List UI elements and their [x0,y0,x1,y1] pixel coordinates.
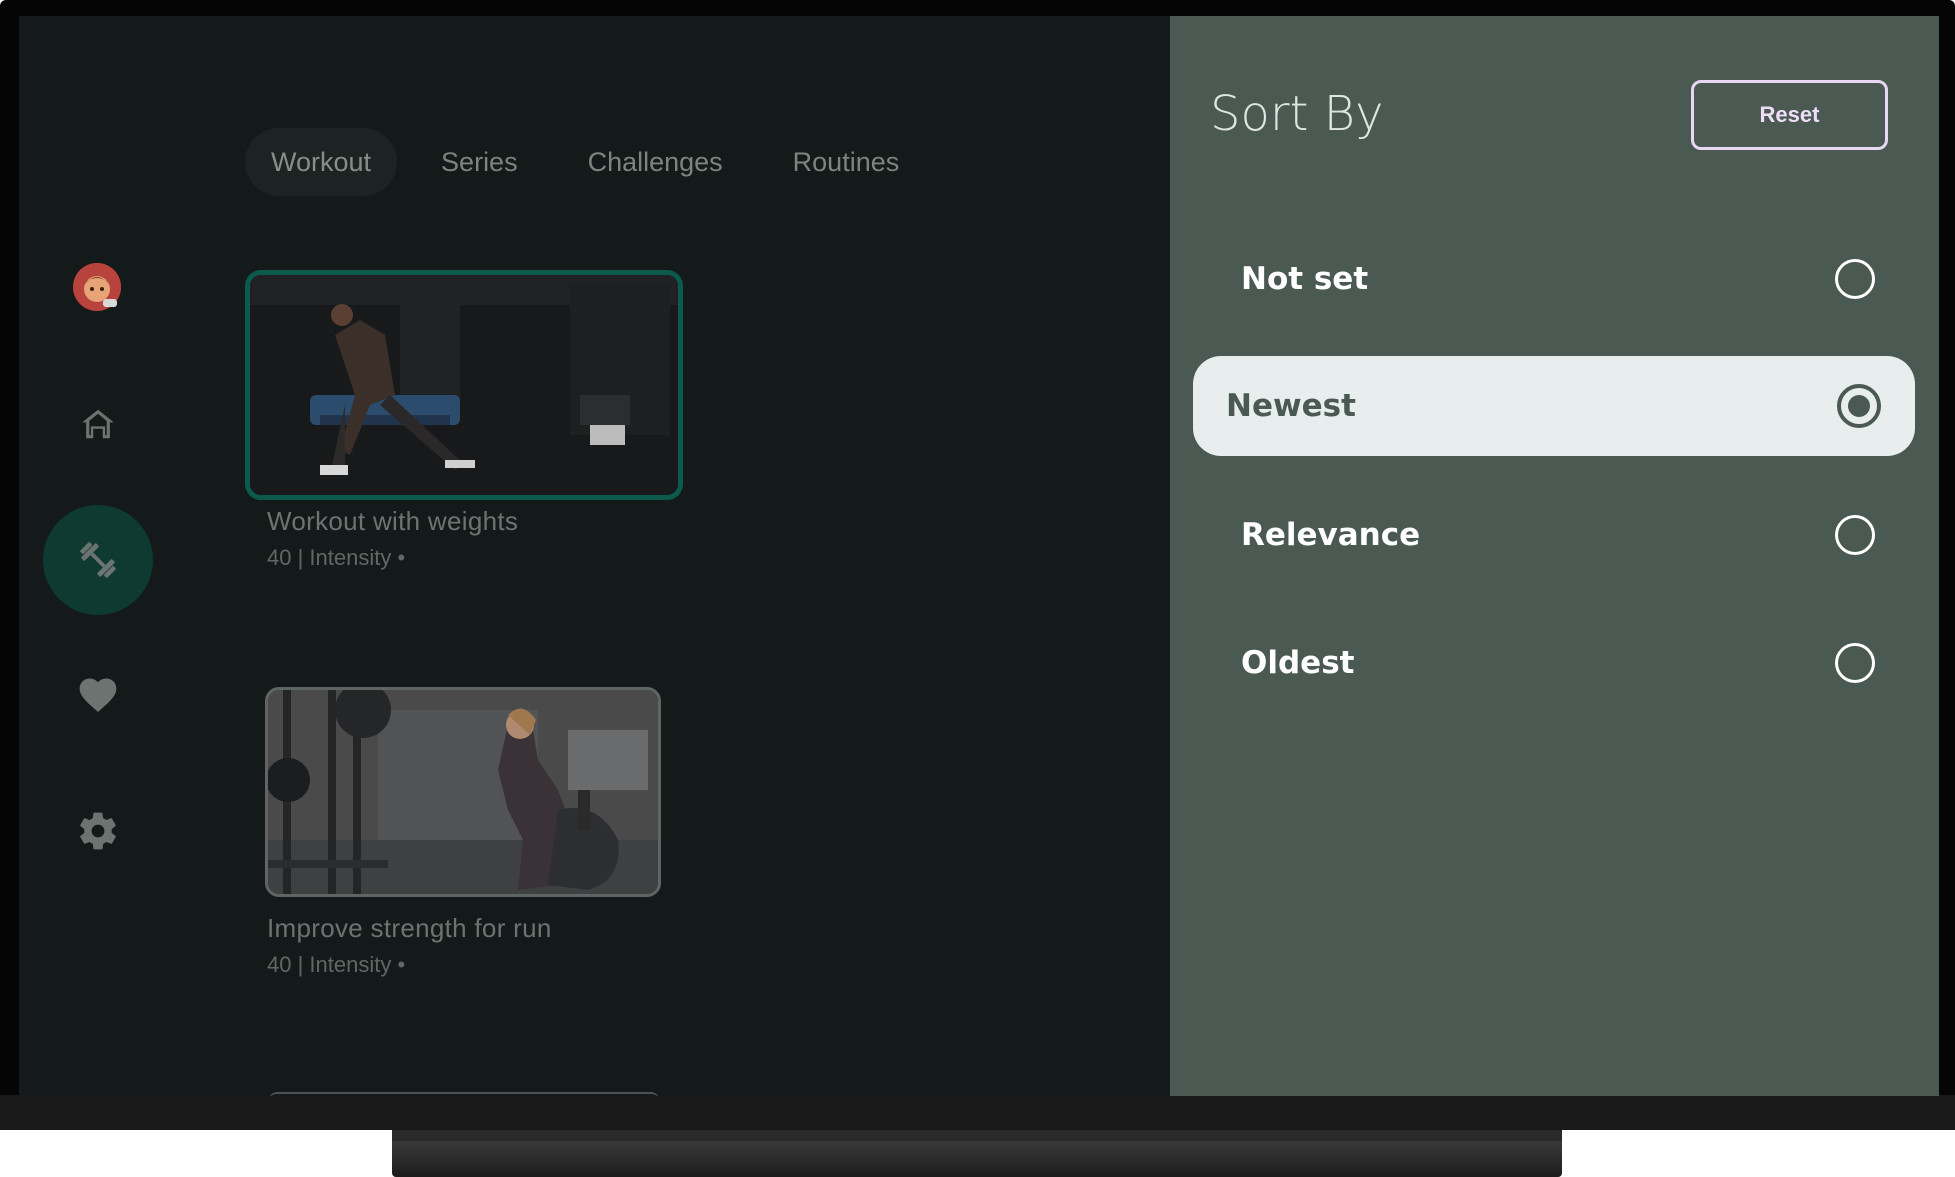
sort-panel-title: Sort By [1210,86,1384,142]
card-meta: 40 | Intensity • [267,545,406,570]
workout-thumbnail [265,687,661,897]
nav-favorites[interactable] [43,640,153,750]
tab-challenges[interactable]: Challenges [562,128,749,196]
tv-stand [392,1141,1562,1177]
card-meta: 40 | Intensity • [267,952,406,977]
sort-option-not-set[interactable]: Not set [1193,229,1915,329]
dumbbell-icon [80,542,116,578]
tab-series[interactable]: Series [415,128,544,196]
sort-option-label: Newest [1226,388,1356,424]
home-icon [82,409,114,439]
card-title: Workout with weights [267,506,519,536]
tab-routines[interactable]: Routines [767,128,926,196]
category-tabs: Workout Series Challenges Routines [245,128,925,196]
sort-option-relevance[interactable]: Relevance [1193,485,1915,585]
radio-button[interactable] [1835,515,1875,555]
sort-option-label: Relevance [1241,517,1421,553]
sort-option-newest[interactable]: Newest [1193,356,1915,456]
sort-option-oldest[interactable]: Oldest [1193,613,1915,713]
card-title: Improve strength for run [267,913,552,943]
browse-screen: Workout Series Challenges Routines Worko… [19,16,1170,1096]
workout-card-partial [269,1092,659,1096]
workout-image [250,275,678,495]
sort-option-label: Not set [1241,261,1369,297]
radio-button[interactable] [1835,259,1875,299]
gear-icon [80,812,116,850]
radio-dot [1848,395,1870,417]
nav-settings[interactable] [43,776,153,886]
nav-workouts[interactable] [43,505,153,615]
radio-button[interactable] [1835,643,1875,683]
sort-panel: Sort By Reset Not set Newest Relevance O… [1170,16,1939,1096]
heart-icon [79,678,117,713]
sort-option-label: Oldest [1241,645,1355,681]
tv-screen: Workout Series Challenges Routines Worko… [19,16,1939,1096]
tab-workout[interactable]: Workout [245,128,398,196]
tv-bezel-bottom [0,1095,1955,1130]
reset-button[interactable]: Reset [1691,80,1888,150]
radio-button-selected[interactable] [1837,384,1881,428]
nav-home[interactable] [43,369,153,479]
avatar-icon[interactable] [73,263,121,311]
workout-image [268,690,658,894]
workout-thumbnail [245,270,683,500]
